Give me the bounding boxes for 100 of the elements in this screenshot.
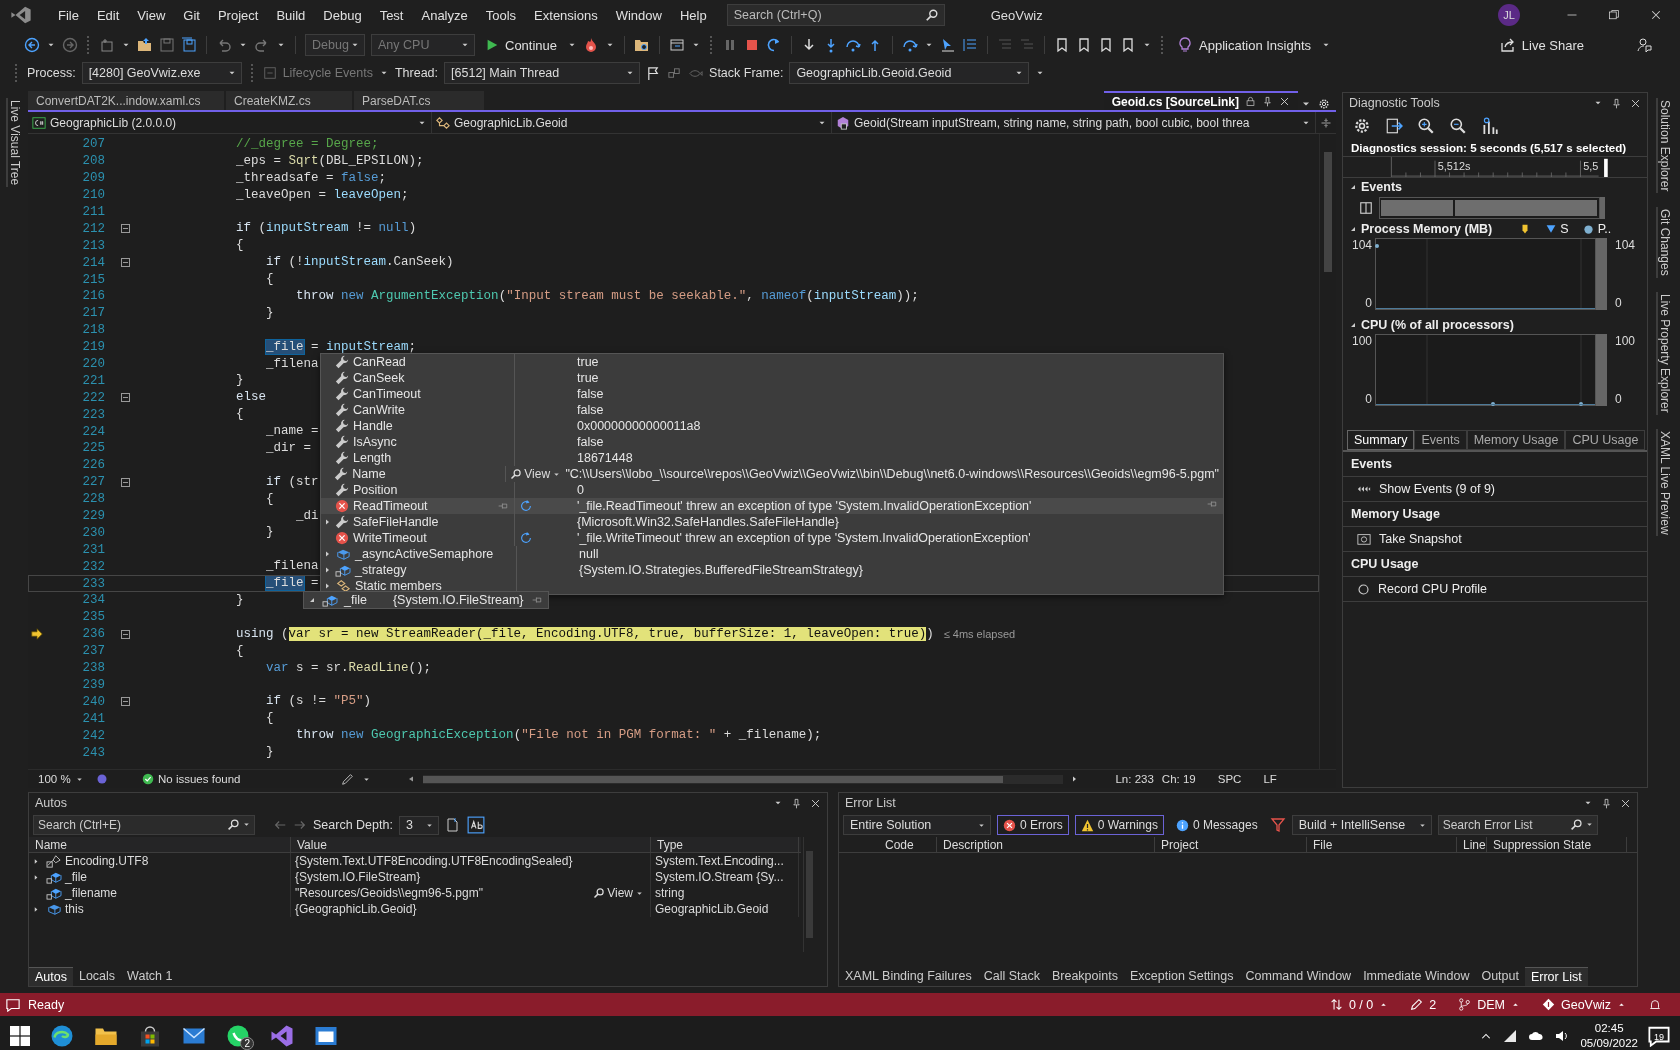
edge-browser-icon[interactable] xyxy=(50,1024,74,1048)
open-folder-icon[interactable] xyxy=(137,37,153,53)
project-dropdown[interactable]: GeographicLib (2.0.0.0) xyxy=(28,112,432,133)
close-icon[interactable] xyxy=(1279,96,1290,107)
windows-start-icon[interactable] xyxy=(10,1026,30,1046)
document-tab[interactable]: CreateKMZ.cs xyxy=(226,91,352,110)
status-item[interactable]: 2 xyxy=(1410,997,1437,1012)
cleanup-icon[interactable] xyxy=(340,772,355,786)
search-field[interactable]: Search (Ctrl+E) xyxy=(33,815,255,835)
save-all-icon[interactable] xyxy=(181,37,197,53)
column-header[interactable]: Code xyxy=(879,836,937,853)
menu-item[interactable]: Test xyxy=(371,3,412,27)
menu-item[interactable]: Edit xyxy=(88,3,128,27)
refresh-icon[interactable] xyxy=(519,531,533,545)
panel-tab[interactable]: Memory Usage xyxy=(1466,430,1566,450)
tool-window-tab[interactable]: Git Changes xyxy=(1656,207,1672,279)
expand-icon[interactable] xyxy=(33,873,40,881)
notification-center[interactable]: 19 xyxy=(1648,1025,1670,1047)
menu-item[interactable]: Build xyxy=(268,3,314,27)
pin-object-icon[interactable] xyxy=(444,817,461,833)
save-icon[interactable] xyxy=(159,37,175,53)
live-share-button[interactable]: Live Share xyxy=(1495,35,1588,55)
menu-item[interactable]: Git xyxy=(175,3,208,27)
panel-tab[interactable]: Output xyxy=(1475,967,1525,985)
line-ending-indicator[interactable]: LF xyxy=(1263,773,1277,785)
clock-date[interactable]: 05/09/2022 xyxy=(1580,1036,1638,1050)
search-depth-dropdown[interactable]: 3 xyxy=(398,815,439,835)
step-over-icon[interactable] xyxy=(902,37,919,53)
member-dropdown[interactable]: Geoid(Stream inputStream, string name, string path, bool cubic, bool threa xyxy=(832,112,1316,133)
summary-action[interactable]: Take Snapshot xyxy=(1343,527,1647,552)
collapse-toggle[interactable] xyxy=(121,258,130,268)
store-icon[interactable] xyxy=(138,1024,162,1048)
cursor-icon[interactable] xyxy=(940,37,957,53)
panel-tab[interactable]: Immediate Window xyxy=(1357,967,1476,985)
panel-tab[interactable]: Summary xyxy=(1347,430,1415,450)
pin-icon[interactable] xyxy=(1611,97,1622,109)
application-insights-button[interactable]: Application Insights xyxy=(1173,35,1316,55)
panel-tab[interactable]: Exception Settings xyxy=(1124,967,1240,985)
process-dropdown[interactable]: [4280] GeoVwiz.exe xyxy=(81,62,242,84)
panel-tab[interactable]: Locals xyxy=(72,967,122,985)
view-button[interactable]: View xyxy=(593,886,644,900)
type-dropdown[interactable]: GeographicLib.Geoid xyxy=(432,112,832,133)
zoom-out-icon[interactable] xyxy=(1449,117,1467,135)
clock-time[interactable]: 02:45 xyxy=(1580,1021,1638,1036)
hex-display-icon[interactable] xyxy=(466,816,485,834)
status-item[interactable]: DEM xyxy=(1458,997,1520,1012)
panel-tab[interactable]: Autos xyxy=(29,966,73,986)
collapse-toggle[interactable] xyxy=(121,224,130,234)
expand-icon[interactable] xyxy=(33,857,40,865)
collapse-icon[interactable] xyxy=(1349,183,1357,191)
panel-tab[interactable]: Breakpoints xyxy=(1045,967,1124,985)
build-source-dropdown[interactable]: Build + IntelliSense xyxy=(1291,815,1432,835)
scroll-left-icon[interactable] xyxy=(407,775,416,783)
timeline-ruler[interactable]: 5,512s 5,5 xyxy=(1343,156,1647,178)
folder-search-icon[interactable] xyxy=(634,37,651,53)
user-avatar[interactable]: JL xyxy=(1498,4,1520,26)
menu-item[interactable]: Debug xyxy=(315,3,370,27)
thread-dropdown[interactable]: [6512] Main Thread xyxy=(444,62,641,84)
pin-icon[interactable] xyxy=(1262,96,1273,107)
close-icon[interactable] xyxy=(810,797,821,809)
tool-window-tab[interactable]: Live Property Explorer xyxy=(1656,292,1672,415)
window-icon[interactable] xyxy=(669,37,686,53)
continue-button[interactable]: Continue xyxy=(481,35,562,55)
issues-status[interactable]: No issues found xyxy=(142,773,241,785)
tool-window-tab[interactable]: Solution Explorer xyxy=(1656,98,1672,194)
document-tab[interactable]: Geoid.cs [SourceLink] xyxy=(1103,91,1298,110)
panel-tab[interactable]: XAML Binding Failures xyxy=(839,967,978,985)
scrollbar-thumb[interactable] xyxy=(423,775,1004,783)
notifications-icon[interactable] xyxy=(1648,997,1662,1012)
messages-filter[interactable]: 0 Messages xyxy=(1169,815,1264,835)
close-icon[interactable] xyxy=(1650,9,1662,21)
panel-tab[interactable]: Command Window xyxy=(1239,967,1358,985)
tool-window-tab[interactable]: Live Visual Tree xyxy=(6,98,22,188)
forward-icon[interactable] xyxy=(293,818,307,832)
column-header[interactable]: Value xyxy=(291,836,651,853)
pin-icon[interactable] xyxy=(1601,797,1612,809)
split-icon[interactable] xyxy=(1320,116,1332,129)
errors-filter[interactable]: 0 Errors xyxy=(997,815,1069,835)
menu-item[interactable]: Extensions xyxy=(526,3,606,27)
pin-icon[interactable] xyxy=(791,797,802,809)
panel-tab[interactable]: Events xyxy=(1414,430,1467,450)
bar-chart-icon[interactable] xyxy=(1481,117,1499,135)
expand-icon[interactable] xyxy=(33,905,40,913)
summary-action[interactable]: Show Events (9 of 9) xyxy=(1343,477,1647,502)
scope-dropdown[interactable]: Entire Solution xyxy=(843,815,991,835)
menu-item[interactable]: Window xyxy=(607,3,670,27)
collapse-toggle[interactable] xyxy=(121,697,130,707)
collapse-toggle[interactable] xyxy=(121,477,130,487)
paint-icon[interactable] xyxy=(96,773,108,785)
back-icon[interactable] xyxy=(24,37,40,53)
status-item[interactable]: GeoVwiz xyxy=(1541,997,1626,1012)
menu-item[interactable]: Project xyxy=(209,3,267,27)
summary-action[interactable]: Record CPU Profile xyxy=(1343,577,1647,602)
menu-item[interactable]: Tools xyxy=(477,3,525,27)
export-icon[interactable] xyxy=(1385,117,1403,135)
column-header[interactable]: Type xyxy=(651,836,799,853)
document-tab[interactable]: ParseDAT.cs xyxy=(354,91,484,110)
whitespace-indicator[interactable]: SPC xyxy=(1217,773,1242,785)
warnings-filter[interactable]: 0 Warnings xyxy=(1074,815,1164,835)
search-field[interactable]: Search Error List xyxy=(1437,815,1598,835)
